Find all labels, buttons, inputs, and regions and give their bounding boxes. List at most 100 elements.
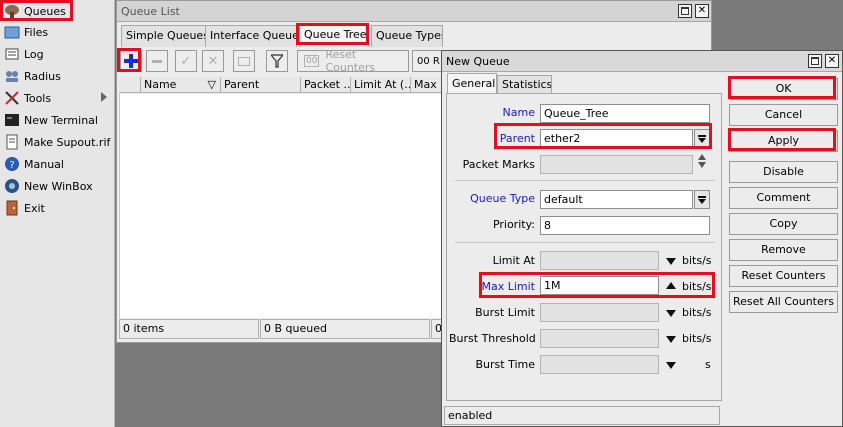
sidebar-item-make-supout[interactable]: Make Supout.rif [0,131,115,153]
column-header-parent[interactable]: Parent [221,77,301,93]
dialog-title: New Queue [446,55,510,68]
queue-type-select[interactable]: default [540,190,693,209]
disable-button[interactable]: ✕ [202,50,224,72]
tab-interface-queues[interactable]: Interface Queues [205,25,297,47]
tab-simple-queues[interactable]: Simple Queues [121,25,206,47]
sidebar-item-label: Make Supout.rif [24,135,111,149]
parent-label: Parent [499,132,535,145]
close-icon: ✕ [697,5,707,16]
dropdown-arrow-icon [698,134,706,143]
sidebar-item-label: Manual [24,157,64,171]
minus-icon [152,59,162,63]
dialog-status-bar: enabled [444,406,720,425]
sidebar-item-manual[interactable]: ? Manual [0,153,115,175]
tab-statistics[interactable]: Statistics [497,75,552,94]
burst-limit-label: Burst Limit [475,306,535,319]
max-limit-arrow-icon[interactable] [666,282,676,289]
packet-marks-label: Packet Marks [462,158,535,171]
sidebar-item-label: Files [24,25,49,39]
reset-counters-label: Reset Counters [325,48,376,74]
comment-icon [238,56,250,66]
sidebar-item-log[interactable]: Log [0,43,115,65]
sidebar-item-queues[interactable]: Queues [0,0,115,22]
add-button[interactable] [120,50,142,72]
help-icon: ? [4,156,20,172]
enable-button[interactable]: ✓ [175,50,197,72]
maximize-icon [811,57,819,65]
tab-queue-tree[interactable]: Queue Tree [299,24,369,46]
reset-all-counters-button[interactable]: 00 R [412,50,444,72]
sidebar-item-exit[interactable]: Exit [0,197,115,219]
queue-list-titlebar: Queue List [117,1,711,22]
close-button[interactable]: ✕ [695,4,709,18]
burst-threshold-field[interactable] [540,329,659,348]
parent-select[interactable]: ether2 [540,129,693,148]
tools-icon [4,90,20,106]
status-queued: 0 B queued [260,319,430,339]
column-header-limit-at[interactable]: Limit At (... [351,77,411,93]
check-icon: ✓ [180,53,192,69]
limit-at-unit: bits/s [682,254,712,267]
ok-button[interactable]: OK [729,78,838,100]
counter-icon: 00 [304,55,320,67]
exit-icon [4,200,20,216]
terminal-icon [4,112,20,128]
filter-button[interactable] [266,50,288,72]
limit-at-field[interactable] [540,251,659,270]
burst-limit-field[interactable] [540,303,659,322]
burst-threshold-unit: bits/s [682,332,712,345]
column-header-name[interactable]: Name ▽ [141,77,221,93]
reset-counters-button[interactable]: Reset Counters [729,265,838,287]
burst-time-unit: s [705,358,711,371]
sidebar-item-new-terminal[interactable]: New Terminal [0,109,115,131]
column-header-select[interactable] [119,77,141,93]
remove-button[interactable]: Remove [729,239,838,261]
sidebar-item-radius[interactable]: Radius [0,65,115,87]
separator [455,242,715,243]
log-icon [4,46,20,62]
max-limit-label: Max Limit [481,280,535,293]
copy-button[interactable]: Copy [729,213,838,235]
column-header-packet-marks[interactable]: Packet ... [301,77,351,93]
packet-marks-updown-icon[interactable] [698,154,706,168]
maximize-button[interactable] [678,4,692,18]
remove-button[interactable] [146,50,168,72]
comment-button[interactable] [233,50,255,72]
comment-button[interactable]: Comment [729,187,838,209]
name-field[interactable]: Queue_Tree [540,104,710,123]
burst-time-arrow-icon[interactable] [666,362,676,369]
burst-time-label: Burst Time [475,358,535,371]
filter-icon [271,54,283,68]
cancel-button[interactable]: Cancel [729,104,838,126]
winbox-icon [4,178,20,194]
tab-queue-types[interactable]: Queue Types [371,25,443,47]
window-title: Queue List [121,5,180,18]
dialog-maximize-button[interactable] [808,54,822,68]
burst-limit-arrow-icon[interactable] [666,310,676,317]
burst-time-field[interactable] [540,355,659,374]
tab-general[interactable]: General [447,73,497,94]
parent-dropdown-button[interactable] [694,129,710,148]
reset-all-label: 00 R [417,55,440,67]
reset-counters-button[interactable]: 00 Reset Counters [297,48,409,74]
sidebar-item-tools[interactable]: Tools [0,87,115,109]
max-limit-field[interactable]: 1M [540,276,659,295]
sidebar-item-files[interactable]: Files [0,21,115,43]
queue-type-dropdown-button[interactable] [694,190,710,209]
dropdown-arrow-icon [698,195,706,204]
priority-field[interactable]: 8 [540,216,710,235]
sidebar-item-label: Queues [24,4,66,18]
burst-threshold-arrow-icon[interactable] [666,336,676,343]
radius-icon [4,68,20,84]
limit-at-label: Limit At [492,254,535,267]
reset-all-counters-button[interactable]: Reset All Counters [729,291,838,313]
apply-button[interactable]: Apply [729,130,838,152]
dialog-close-button[interactable]: ✕ [825,54,839,68]
sidebar-item-new-winbox[interactable]: New WinBox [0,175,115,197]
submenu-arrow-icon [101,92,107,102]
disable-button[interactable]: Disable [729,161,838,183]
maximize-icon [681,7,689,15]
packet-marks-field[interactable] [540,155,693,174]
limit-at-arrow-icon[interactable] [666,258,676,265]
dialog-titlebar: New Queue [442,51,842,72]
